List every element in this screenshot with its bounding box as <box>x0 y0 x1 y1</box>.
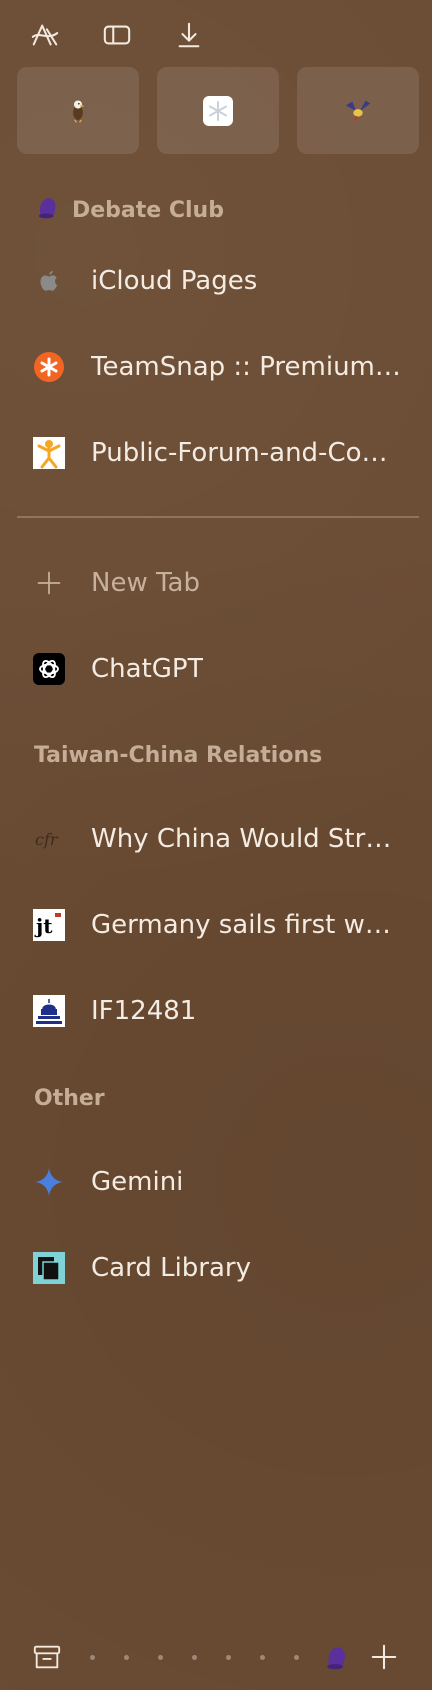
purple-bell-icon <box>34 194 60 226</box>
openai-icon <box>33 653 65 685</box>
arc-logo-icon[interactable] <box>28 18 62 52</box>
tab-why-china[interactable]: cfr Why China Would Stru... <box>17 804 419 874</box>
pinned-divider <box>17 516 419 518</box>
card-library-icon <box>33 1252 65 1284</box>
space-dot[interactable] <box>226 1654 231 1660</box>
gemini-sparkle-icon <box>33 1166 65 1198</box>
new-tab-label: New Tab <box>91 568 200 598</box>
teamsnap-icon <box>33 351 65 383</box>
space-dot[interactable] <box>192 1654 197 1660</box>
tab-icloud-pages[interactable]: iCloud Pages <box>17 246 419 316</box>
sidebar-toolbar <box>28 18 206 52</box>
browser-sidebar: Debate Club iCloud Pages TeamSnap :: Pre… <box>0 0 432 1690</box>
folder-title: Other <box>34 1085 105 1111</box>
folder-title: Taiwan-China Relations <box>34 742 323 768</box>
tab-teamsnap[interactable]: TeamSnap :: Premium P... <box>17 332 419 402</box>
space-title: Debate Club <box>72 197 224 223</box>
jt-icon: jt <box>33 909 65 941</box>
space-header[interactable]: Debate Club <box>34 194 224 226</box>
tab-gemini[interactable]: Gemini <box>17 1147 419 1217</box>
speaker-figure-icon <box>33 437 65 469</box>
tab-label: Card Library <box>91 1253 251 1283</box>
sidebar-toggle-icon[interactable] <box>100 18 134 52</box>
tab-label: Gemini <box>91 1167 184 1197</box>
space-dot[interactable] <box>294 1654 299 1660</box>
tab-label: IF12481 <box>91 996 197 1026</box>
pinned-tab-snowflake[interactable] <box>157 67 279 154</box>
space-dot[interactable] <box>260 1654 265 1660</box>
space-dot[interactable] <box>124 1654 129 1660</box>
eagle-favicon <box>62 95 94 127</box>
tab-label: Germany sails first wars... <box>91 910 401 940</box>
new-space-plus-icon[interactable] <box>367 1640 401 1674</box>
bird-favicon <box>342 95 374 127</box>
tab-if12481[interactable]: IF12481 <box>17 976 419 1046</box>
tab-label: ChatGPT <box>91 654 204 684</box>
sidebar-bottom-bar <box>30 1640 410 1674</box>
new-tab-button[interactable]: New Tab <box>17 548 419 618</box>
current-space-bell-icon[interactable] <box>321 1642 351 1672</box>
cfr-icon: cfr <box>33 823 65 855</box>
capitol-icon <box>33 995 65 1027</box>
space-dot[interactable] <box>158 1654 163 1660</box>
pinned-tab-eagle[interactable] <box>17 67 139 154</box>
folder-header-other[interactable]: Other <box>34 1082 105 1114</box>
tab-chatgpt[interactable]: ChatGPT <box>17 634 419 704</box>
archive-icon[interactable] <box>30 1640 64 1674</box>
plus-icon <box>33 567 65 599</box>
tab-label: TeamSnap :: Premium P... <box>91 352 401 382</box>
tab-public-forum[interactable]: Public-Forum-and-Con... <box>17 418 419 488</box>
tab-label: Why China Would Stru... <box>91 824 401 854</box>
snowflake-favicon <box>202 95 234 127</box>
space-dot[interactable] <box>90 1654 95 1660</box>
pinned-tab-bird[interactable] <box>297 67 419 154</box>
tab-germany-sails[interactable]: jt Germany sails first wars... <box>17 890 419 960</box>
folder-header-taiwan-china[interactable]: Taiwan-China Relations <box>34 739 322 771</box>
space-switcher-dots <box>90 1654 299 1660</box>
tab-label: iCloud Pages <box>91 266 258 296</box>
pinned-favorites <box>17 67 419 154</box>
svg-text:jt: jt <box>34 914 53 938</box>
tab-card-library[interactable]: Card Library <box>17 1233 419 1303</box>
download-icon[interactable] <box>172 18 206 52</box>
apple-icon <box>33 265 65 297</box>
tab-label: Public-Forum-and-Con... <box>91 438 401 468</box>
svg-text:cfr: cfr <box>35 830 59 849</box>
